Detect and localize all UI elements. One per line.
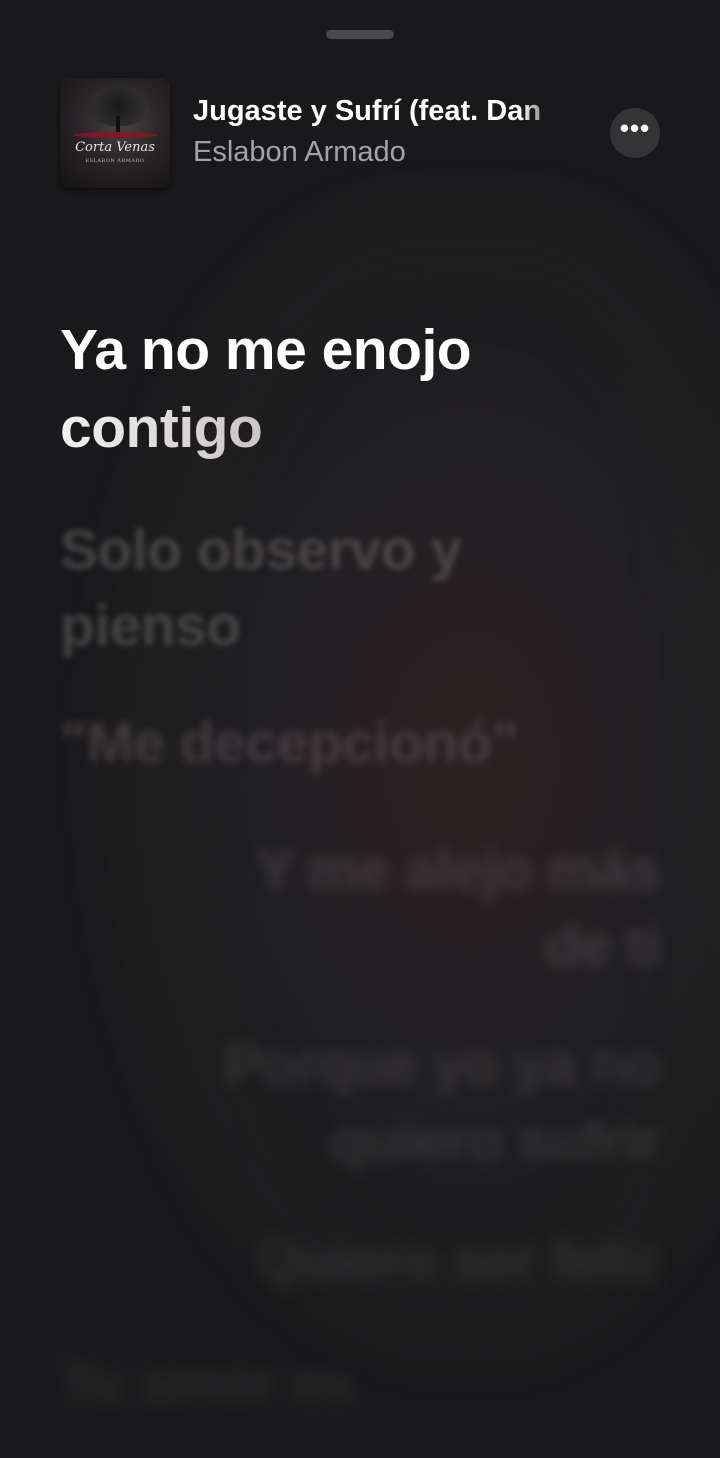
lyric-line-upcoming[interactable]: Y me alejo más de ti [60,832,660,984]
more-options-button[interactable]: ••• [610,108,660,158]
lyric-line-upcoming[interactable]: Porque yo ya no quiero sufrir [60,1027,660,1179]
artwork-subtitle: ESLABON ARMADO [85,158,145,164]
lyric-line-upcoming[interactable]: Tu amor es [60,1345,660,1421]
now-playing-header: Corta Venas ESLABON ARMADO Jugaste y Suf… [60,78,660,188]
artwork-title: Corta Venas [75,140,155,155]
lyric-line-active[interactable]: Ya no me enojo [60,312,660,388]
lyric-line-active-continuation[interactable]: contigo [60,390,660,466]
lyric-line-upcoming[interactable]: Solo observo y pienso [60,512,660,664]
song-title: Jugaste y Sufrí (feat. Dan [193,95,542,127]
lyric-line-upcoming[interactable]: "Me decepcionó" [60,705,660,781]
album-artwork[interactable]: Corta Venas ESLABON ARMADO [60,78,170,188]
artwork-red-pool [74,132,158,138]
lyrics-screen: Corta Venas ESLABON ARMADO Jugaste y Suf… [0,0,720,1458]
sheet-grabber-handle[interactable] [326,30,394,39]
song-artist[interactable]: Eslabon Armado [193,136,573,169]
lyric-line-upcoming[interactable]: Quiero ser feliz [60,1222,660,1298]
ellipsis-icon: ••• [619,113,651,143]
